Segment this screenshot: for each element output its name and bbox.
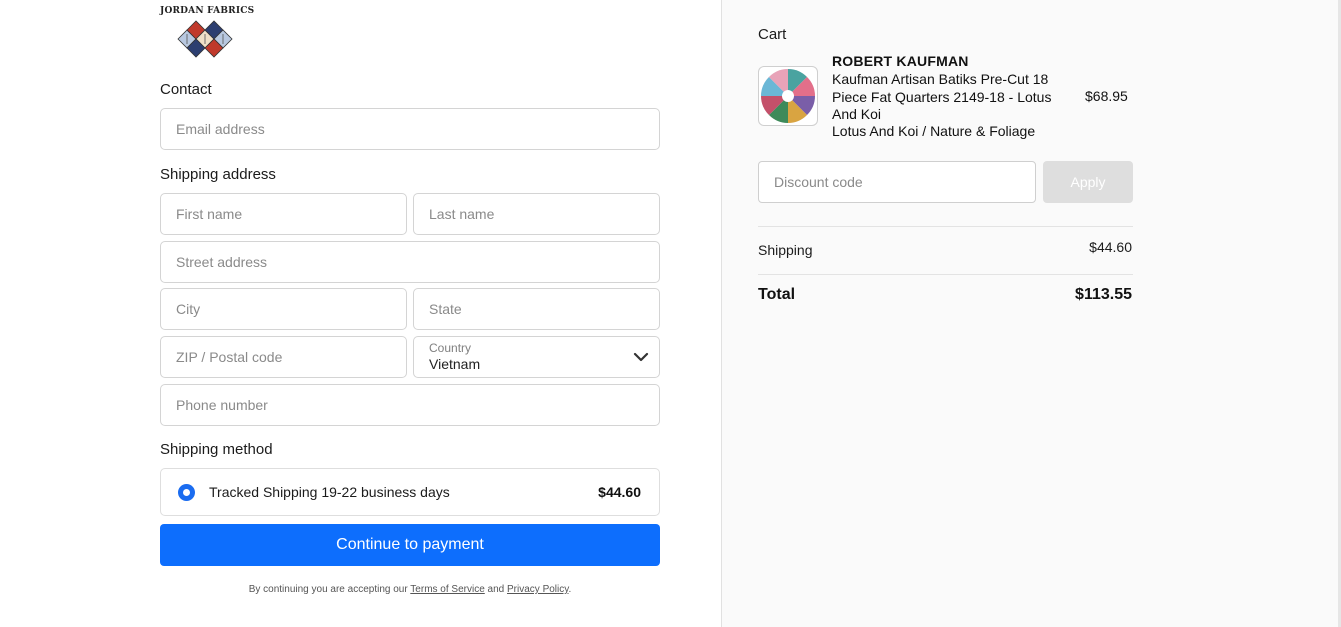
zip-field[interactable] [161,337,406,377]
terms-of-service-link[interactable]: Terms of Service [410,584,484,595]
first-name-wrapper [160,193,407,235]
country-select[interactable]: Country Vietnam [413,336,660,378]
apply-discount-button[interactable]: Apply [1043,161,1133,203]
product-price: $68.95 [1085,88,1128,104]
email-field-wrapper [160,108,660,150]
product-vendor: ROBERT KAUFMAN [832,53,969,69]
privacy-policy-link[interactable]: Privacy Policy [507,584,569,595]
street-address-field[interactable] [161,242,659,282]
shipping-option-tracked[interactable]: Tracked Shipping 19-22 business days $44… [160,468,660,516]
product-title: Kaufman Artisan Batiks Pre-Cut 18 Piece … [832,71,1052,122]
city-field[interactable] [161,289,406,329]
shipping-option-label: Tracked Shipping 19-22 business days [209,484,450,500]
shipping-option-radio[interactable] [178,484,195,501]
summary-divider [758,274,1133,275]
shipping-option-price: $44.60 [598,484,641,500]
total-label: Total [758,286,796,303]
shipping-cost-value: $44.60 [1089,239,1132,255]
state-field[interactable] [414,289,659,329]
legal-prefix: By continuing you are accepting our [248,584,408,595]
order-summary-panel: Cart ROBERT KAUFMAN Kaufman Artisan Bati… [721,0,1341,627]
city-wrapper [160,288,407,330]
checkout-form-panel: JORDAN FABRICS Contact Shipping address [0,0,721,627]
discount-wrapper [758,161,1036,203]
legal-and: and [487,584,505,595]
first-name-field[interactable] [161,194,406,234]
last-name-field[interactable] [414,194,659,234]
continue-to-payment-button[interactable]: Continue to payment [160,524,660,566]
product-thumbnail [758,66,818,126]
quilt-logo-icon [177,20,233,58]
shipping-cost-label: Shipping [758,242,813,258]
street-address-wrapper [160,241,660,283]
state-wrapper [413,288,660,330]
chevron-down-icon [633,352,649,362]
contact-heading: Contact [160,81,212,98]
phone-wrapper [160,384,660,426]
summary-divider [758,226,1133,227]
fabric-bundle-thumbnail-icon [761,69,815,123]
legal-suffix: . [568,584,572,595]
total-value: $113.55 [1075,286,1132,303]
brand-logo[interactable]: JORDAN FABRICS [160,6,260,58]
country-label: Country [429,341,472,355]
brand-name: JORDAN FABRICS [160,6,255,16]
phone-field[interactable] [161,385,659,425]
last-name-wrapper [413,193,660,235]
email-field[interactable] [161,109,659,149]
shipping-address-heading: Shipping address [160,166,276,183]
discount-code-field[interactable] [759,162,1035,202]
zip-wrapper [160,336,407,378]
country-value: Vietnam [429,356,481,372]
cart-heading: Cart [758,26,787,43]
product-variant: Lotus And Koi / Nature & Foliage [832,123,1036,139]
legal-notice: By continuing you are accepting our Term… [160,584,660,595]
shipping-method-heading: Shipping method [160,441,273,458]
